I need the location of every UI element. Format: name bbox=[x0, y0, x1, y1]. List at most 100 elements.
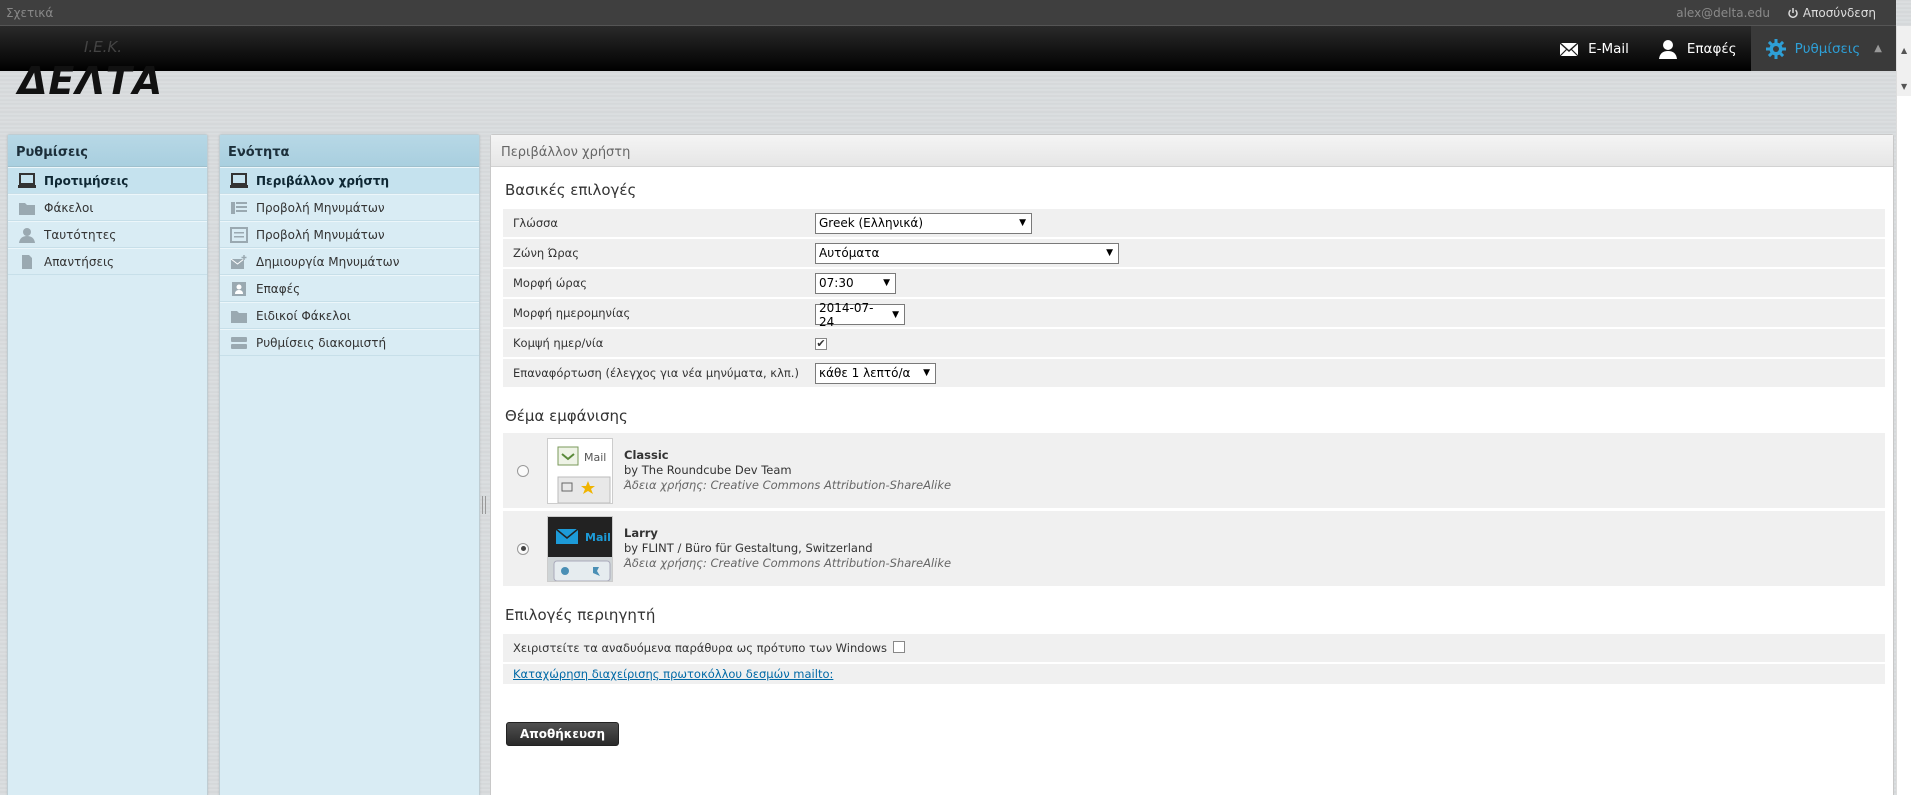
popup-checkbox[interactable] bbox=[893, 640, 905, 653]
save-button[interactable]: Αποθήκευση bbox=[506, 722, 620, 746]
section-item-compose[interactable]: Δημιουργία Μηνυμάτων bbox=[220, 248, 479, 275]
section-panel-title: Ενότητα bbox=[220, 135, 479, 167]
time-format-row: Μορφή ώρας 07:30 ▼ bbox=[503, 269, 1885, 297]
section-item-label: Ρυθμίσεις διακομιστή bbox=[256, 335, 387, 350]
time-format-label: Μορφή ώρας bbox=[503, 269, 815, 297]
classic-thumb-label: Mail bbox=[584, 451, 606, 464]
logo-iek-text: I.E.K. bbox=[84, 38, 122, 56]
person-icon bbox=[1658, 39, 1677, 59]
nav-email-label: E-Mail bbox=[1588, 40, 1629, 57]
folder-icon bbox=[19, 202, 35, 215]
radio-selected-dot bbox=[520, 546, 526, 551]
popup-label: Χειριστείτε τα αναδυόμενα παράθυρα ως πρ… bbox=[503, 634, 893, 662]
section-item-label: Προβολή Μηνυμάτων bbox=[256, 227, 385, 242]
section-panel: Ενότητα Περιβάλλον χρήστη Προβολή Μηνυμά… bbox=[219, 134, 480, 795]
settings-item-identities[interactable]: Ταυτότητες bbox=[8, 221, 207, 248]
timezone-select-value: Αυτόματα bbox=[819, 246, 880, 260]
monitor-icon bbox=[18, 172, 36, 188]
date-format-select[interactable]: 2014-07-24 ▼ bbox=[815, 301, 905, 329]
dropdown-arrow-icon: ▼ bbox=[1106, 248, 1113, 258]
section-item-user-interface[interactable]: Περιβάλλον χρήστη bbox=[220, 167, 479, 194]
logout-button[interactable]: Αποσύνδεση bbox=[1787, 6, 1876, 20]
mailto-row: Καταχώρηση διαχείρισης πρωτοκόλλου δεσμώ… bbox=[503, 664, 1885, 684]
timezone-row: Ζώνη Ώρας Αυτόματα ▼ bbox=[503, 239, 1885, 267]
skin-option-classic[interactable]: Mail Classic by The Roundcube Dev Team Ά… bbox=[503, 433, 1885, 508]
about-link[interactable]: Σχετικά bbox=[6, 6, 53, 20]
refresh-select-value: κάθε 1 λεπτό/α bbox=[819, 366, 911, 380]
section-item-label: Δημιουργία Μηνυμάτων bbox=[256, 254, 400, 269]
popup-row: Χειριστείτε τα αναδυόμενα παράθυρα ως πρ… bbox=[503, 634, 1885, 662]
settings-item-folders[interactable]: Φάκελοι bbox=[8, 194, 207, 221]
collapse-arrow-icon[interactable]: ▲ bbox=[1874, 43, 1882, 54]
skin-name: Larry bbox=[624, 526, 658, 540]
browser-options-legend: Επιλογές περιηγητή bbox=[505, 606, 656, 624]
addressbook-icon bbox=[232, 281, 246, 296]
preferences-title: Περιβάλλον χρήστη bbox=[491, 135, 1893, 167]
skin-name: Classic bbox=[624, 448, 669, 462]
time-format-select[interactable]: 07:30 ▼ bbox=[815, 272, 896, 294]
monitor-icon bbox=[230, 172, 248, 188]
skin-option-larry[interactable]: Mail Larry by FLINT / Büro für Gestaltun… bbox=[503, 511, 1885, 586]
nav-settings-label: Ρυθμίσεις bbox=[1794, 40, 1861, 57]
date-format-select-value: 2014-07-24 bbox=[819, 300, 874, 329]
power-icon bbox=[1788, 8, 1798, 19]
refresh-select[interactable]: κάθε 1 λεπτό/α ▼ bbox=[815, 362, 936, 384]
skin-list: Mail Classic by The Roundcube Dev Team Ά… bbox=[503, 433, 1885, 586]
section-item-label: Περιβάλλον χρήστη bbox=[256, 173, 390, 188]
language-row: Γλώσσα Greek (Ελληνικά) ▼ bbox=[503, 209, 1885, 237]
person-icon bbox=[19, 227, 35, 243]
scrollbar-track[interactable] bbox=[1897, 96, 1911, 795]
top-line-bar: Σχετικά alex@delta.edu Αποσύνδεση bbox=[0, 0, 1896, 26]
larry-info: Larry by FLINT / Büro für Gestaltung, Sw… bbox=[624, 526, 951, 571]
skin-license: Άδεια χρήσης: Creative Commons Attributi… bbox=[624, 556, 952, 570]
section-item-server-settings[interactable]: Ρυθμίσεις διακομιστή bbox=[220, 329, 479, 356]
larry-thumbnail-image: Mail bbox=[548, 516, 612, 581]
section-item-message-view[interactable]: Προβολή Μηνυμάτων bbox=[220, 221, 479, 248]
dropdown-arrow-icon: ▼ bbox=[892, 309, 899, 320]
settings-panel: Ρυθμίσεις Προτιμήσεις Φάκελοι Ταυτότητες… bbox=[7, 134, 208, 795]
nav-contacts[interactable]: Επαφές bbox=[1643, 26, 1751, 71]
larry-thumb-label: Mail bbox=[585, 531, 611, 544]
nav-email[interactable]: E-Mail bbox=[1544, 26, 1643, 71]
compose-icon bbox=[230, 254, 247, 269]
scroll-up-icon[interactable]: ▲ bbox=[1901, 46, 1907, 55]
skin-radio-larry[interactable] bbox=[517, 542, 529, 555]
panel-splitter[interactable] bbox=[482, 496, 486, 514]
list-view-icon bbox=[231, 201, 247, 214]
section-item-label: Επαφές bbox=[256, 281, 301, 296]
nav-contacts-label: Επαφές bbox=[1686, 40, 1737, 57]
section-item-special-folders[interactable]: Ειδικοί Φάκελοι bbox=[220, 302, 479, 329]
skin-radio-classic[interactable] bbox=[517, 464, 529, 477]
section-item-mailbox-view[interactable]: Προβολή Μηνυμάτων bbox=[220, 194, 479, 221]
section-item-addressbook[interactable]: Επαφές bbox=[220, 275, 479, 302]
nav-settings[interactable]: Ρυθμίσεις ▲ bbox=[1750, 26, 1896, 71]
larry-thumbnail: Mail bbox=[547, 515, 613, 582]
skin-legend: Θέμα εμφάνισης bbox=[505, 407, 628, 425]
preferences-frame: Περιβάλλον χρήστη Βασικές επιλογές Γλώσσ… bbox=[490, 134, 1894, 795]
document-icon bbox=[22, 254, 32, 269]
envelope-icon bbox=[1559, 41, 1579, 56]
language-label: Γλώσσα bbox=[503, 209, 815, 237]
browser-options-table: Χειριστείτε τα αναδυόμενα παράθυρα ως πρ… bbox=[503, 632, 1885, 686]
scroll-down-icon[interactable]: ▼ bbox=[1901, 82, 1907, 91]
timezone-select[interactable]: Αυτόματα ▼ bbox=[815, 242, 1119, 264]
dropdown-arrow-icon: ▼ bbox=[1019, 218, 1026, 228]
logout-label: Αποσύνδεση bbox=[1802, 6, 1876, 20]
date-format-label: Μορφή ημερομηνίας bbox=[503, 299, 815, 327]
settings-item-preferences[interactable]: Προτιμήσεις bbox=[8, 167, 207, 194]
message-view-icon bbox=[230, 226, 248, 243]
header: E-Mail Επαφές Ρυθμίσεις ▲ bbox=[0, 26, 1896, 71]
window-scrollbar[interactable]: ▲ ▼ bbox=[1896, 26, 1911, 795]
settings-item-responses[interactable]: Απαντήσεις bbox=[8, 248, 207, 275]
pretty-date-checkbox[interactable]: ✔ bbox=[815, 337, 827, 350]
user-email: alex@delta.edu bbox=[1676, 6, 1770, 20]
classic-thumbnail: Mail bbox=[547, 437, 613, 504]
language-select[interactable]: Greek (Ελληνικά) ▼ bbox=[815, 212, 1032, 234]
skin-author: by FLINT / Büro für Gestaltung, Switzerl… bbox=[624, 541, 873, 555]
mailto-register-link[interactable]: Καταχώρηση διαχείρισης πρωτοκόλλου δεσμώ… bbox=[513, 667, 833, 681]
classic-info: Classic by The Roundcube Dev Team Άδεια … bbox=[624, 448, 951, 493]
settings-item-label: Προτιμήσεις bbox=[44, 173, 129, 188]
refresh-row: Επαναφόρτωση (έλεγχος για νέα μηνύματα, … bbox=[503, 359, 1885, 387]
language-select-value: Greek (Ελληνικά) bbox=[819, 216, 923, 230]
pretty-date-label: Κομψή ημερ/νία bbox=[503, 329, 815, 357]
